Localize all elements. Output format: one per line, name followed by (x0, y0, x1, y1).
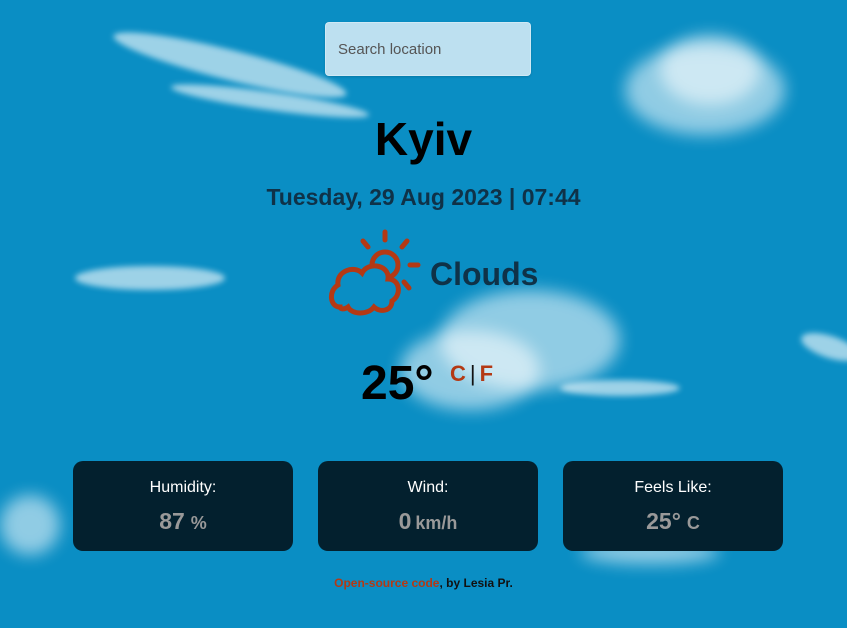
footer-author: , by Lesia Pr. (439, 576, 513, 590)
feels-like-value: 25° (646, 508, 681, 534)
partly-cloudy-icon (329, 229, 421, 316)
wind-value: 0 (398, 508, 412, 534)
wind-unit: km/h (415, 513, 458, 533)
wind-label: Wind: (407, 479, 449, 496)
feels-like-value-row: 25° C (563, 508, 783, 535)
feels-like-card: Feels Like: 25° C (563, 461, 783, 551)
temperature-value: 25° (361, 357, 434, 410)
wind-value-row: 0 km/h (318, 508, 538, 535)
wind-card: Wind: 0 km/h (318, 461, 538, 551)
unit-separator: | (469, 361, 476, 386)
feels-like-unit: C (686, 513, 700, 533)
celsius-button[interactable]: C (450, 361, 466, 386)
source-code-link[interactable]: Open-source code (334, 576, 439, 590)
humidity-value-row: 87% (73, 508, 293, 535)
unit-toggle: C | F (450, 361, 493, 387)
feels-like-label: Feels Like: (634, 479, 712, 496)
city-name: Kyiv (374, 113, 473, 165)
humidity-unit: % (190, 513, 207, 533)
humidity-card: Humidity: 87% (73, 461, 293, 551)
condition-text: Clouds (430, 256, 539, 292)
footer: Open-source code, by Lesia Pr. (0, 576, 847, 590)
fahrenheit-button[interactable]: F (480, 361, 493, 386)
humidity-value: 87 (159, 508, 185, 534)
search-input[interactable] (325, 22, 531, 76)
date-time: Tuesday, 29 Aug 2023 | 07:44 (266, 184, 581, 210)
humidity-label: Humidity: (149, 479, 217, 496)
weather-app: Kyiv Tuesday, 29 Aug 2023 | 07:44 Clouds… (0, 0, 847, 628)
